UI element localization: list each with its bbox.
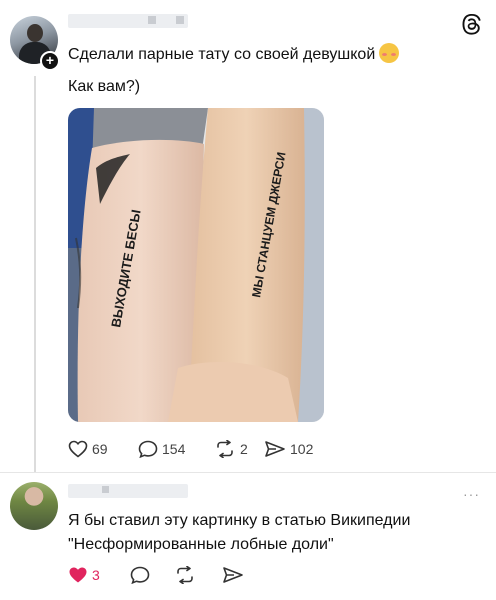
comment-reply-button[interactable] — [130, 566, 150, 584]
repost-count: 2 — [240, 441, 248, 457]
reply-button[interactable]: 154 — [138, 440, 185, 458]
post-text-line1: Сделали парные тату со своей девушкой — [68, 43, 400, 64]
thread-connector-line — [34, 76, 36, 472]
comment-bubble-icon — [138, 440, 158, 458]
post-photo[interactable]: ВЫХОДИТЕ БЕСЫ МЫ СТАНЦУЕМ ДЖЕРСИ — [68, 108, 324, 422]
heart-filled-icon — [69, 567, 87, 583]
redaction-mark — [176, 16, 184, 24]
post-caption: Сделали парные тату со своей девушкой — [68, 46, 376, 63]
comment-share-button[interactable] — [222, 566, 244, 584]
redacted-username — [68, 14, 188, 28]
heart-icon — [68, 440, 88, 458]
post-divider — [0, 472, 496, 473]
repost-icon — [217, 440, 233, 458]
tattoo-photo-illustration: ВЫХОДИТЕ БЕСЫ МЫ СТАНЦУЕМ ДЖЕРСИ — [68, 108, 324, 422]
commenter-avatar[interactable] — [10, 482, 58, 530]
comment-text-line2: "Несформированные лобные доли" — [68, 536, 334, 553]
redaction-mark — [148, 16, 156, 24]
more-options-icon[interactable]: ··· — [463, 486, 480, 502]
send-icon — [265, 441, 285, 457]
threads-logo-icon[interactable] — [460, 12, 484, 36]
send-icon — [223, 567, 243, 583]
comment-repost-button[interactable] — [174, 566, 196, 584]
post-text-line2: Как вам?) — [68, 78, 141, 95]
share-button[interactable]: 102 — [264, 440, 313, 458]
reply-count: 154 — [162, 441, 186, 457]
like-count: 69 — [92, 441, 108, 457]
repost-icon — [177, 566, 193, 584]
avatar-head-shape — [27, 24, 43, 42]
comment-like-count: 3 — [92, 567, 100, 583]
redacted-username — [68, 484, 188, 498]
like-button[interactable]: 69 — [68, 440, 108, 458]
comment-text-line1: Я бы ставил эту картинку в статью Википе… — [68, 512, 411, 529]
repost-button[interactable]: 2 — [214, 440, 248, 458]
follow-plus-icon[interactable]: + — [40, 51, 60, 71]
share-count: 102 — [290, 441, 314, 457]
redaction-mark — [102, 486, 109, 493]
comment-bubble-icon — [130, 566, 150, 584]
smiling-face-with-hearts-icon — [379, 43, 400, 63]
comment-like-button[interactable]: 3 — [68, 566, 100, 584]
